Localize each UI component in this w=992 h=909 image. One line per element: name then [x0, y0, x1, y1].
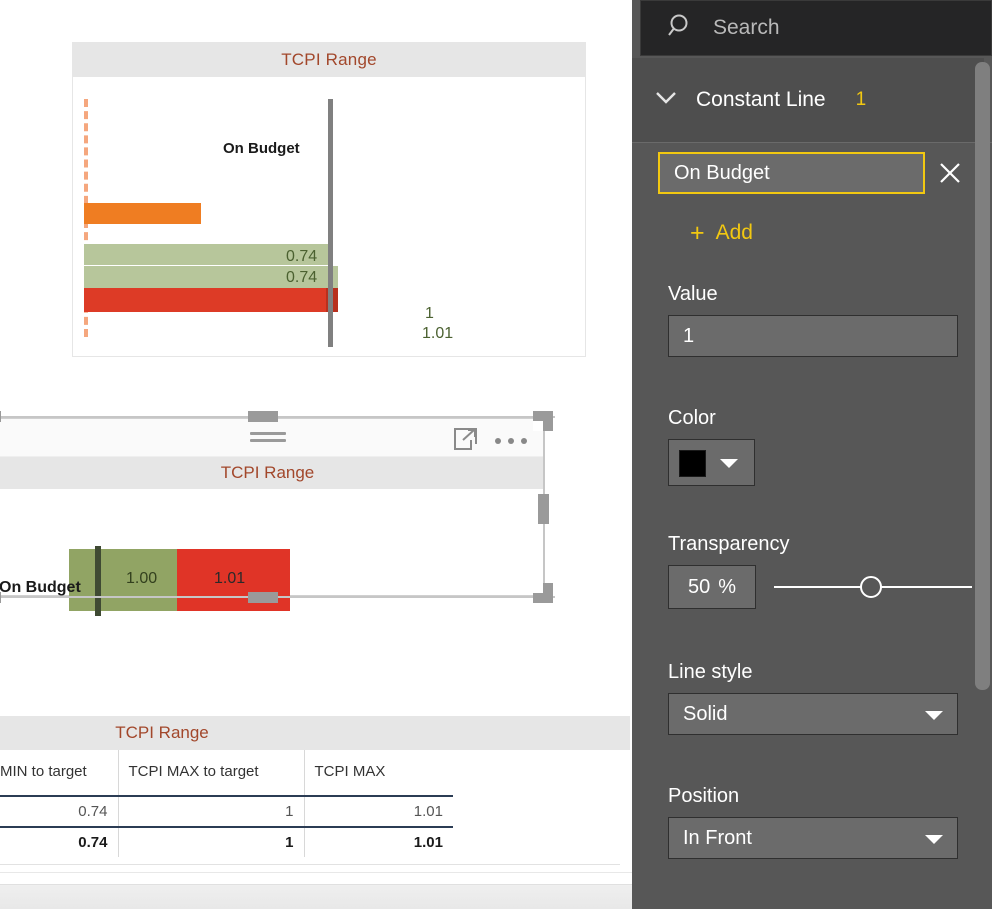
chevron-down-icon[interactable]: [925, 711, 943, 720]
value-input[interactable]: 1: [668, 315, 958, 357]
data-label-green: 1.00: [126, 570, 158, 587]
transparency-slider[interactable]: [774, 576, 972, 598]
hamburger-icon[interactable]: [250, 432, 286, 444]
focus-mode-icon[interactable]: [453, 427, 479, 456]
transparency-unit: %: [718, 575, 737, 598]
resize-handle-top-left[interactable]: [0, 411, 1, 422]
visual-tcpi-range-table[interactable]: TCPI Range MIN to target TCPI MAX to tar…: [0, 716, 630, 868]
more-options-icon[interactable]: [495, 431, 539, 451]
transparency-input[interactable]: 50 %: [668, 565, 756, 609]
add-constant-line-button[interactable]: + Add: [690, 218, 753, 247]
visual-tcpi-range-selected-wrapper[interactable]: TCPI Range On Budget 1.00 1.01: [0, 411, 555, 616]
field-transparency: Transparency 50 %: [668, 533, 988, 609]
field-value: Value 1: [668, 283, 968, 357]
canvas-bottom-separator: [0, 872, 632, 873]
field-label-position: Position: [668, 785, 740, 807]
resize-handle-bottom[interactable]: [248, 592, 278, 603]
constant-line-on-budget: [95, 546, 101, 616]
pane-divider: [632, 142, 992, 143]
line-style-dropdown[interactable]: Solid: [668, 693, 958, 735]
position-dropdown[interactable]: In Front: [668, 817, 958, 859]
corner-notch-bottom-right: [533, 583, 543, 593]
table-total-row[interactable]: 0.74 1 1.01: [0, 827, 453, 857]
canvas-bottom-band: [0, 884, 632, 909]
search-input[interactable]: Search: [640, 0, 992, 56]
total-min-to-target: 0.74: [0, 827, 119, 857]
app-root: TCPI Range On Budget 0.74 0.74 1 1.01 TC…: [0, 0, 992, 909]
field-label-transparency: Transparency: [668, 533, 790, 555]
visual-title: TCPI Range: [73, 43, 585, 77]
column-header-tcpi-max-to-target[interactable]: TCPI MAX to target: [118, 750, 305, 797]
field-position: Position In Front: [668, 785, 968, 859]
constant-line-label: On Budget: [223, 140, 300, 157]
data-label-orange: 0.74: [286, 248, 318, 265]
constant-line-name-row: On Budget: [632, 148, 984, 196]
section-header-constant-line[interactable]: Constant Line 1: [632, 58, 984, 142]
visual-tcpi-range-mid[interactable]: TCPI Range On Budget 1.00 1.01: [0, 418, 545, 616]
cell-min-to-target: 0.74: [0, 796, 119, 828]
bar-tcpi-min[interactable]: [84, 203, 201, 224]
add-label: Add: [715, 221, 753, 244]
corner-notch-top-right: [533, 421, 543, 431]
chevron-down-icon[interactable]: [925, 835, 943, 844]
search-icon: [667, 12, 695, 45]
data-label-target: 1: [425, 305, 434, 322]
transparency-value: 50: [687, 575, 711, 598]
chevron-down-icon[interactable]: [654, 89, 676, 111]
visual-title: TCPI Range: [0, 716, 630, 750]
section-title: Constant Line: [696, 88, 826, 111]
report-canvas[interactable]: TCPI Range On Budget 0.74 0.74 1 1.01 TC…: [0, 0, 632, 909]
field-label-color: Color: [668, 407, 716, 429]
category-axis-label: On Budget: [0, 579, 81, 596]
data-label-green: 0.74: [286, 269, 318, 286]
line-style-value: Solid: [683, 703, 728, 725]
tcpi-table[interactable]: MIN to target TCPI MAX to target TCPI MA…: [0, 750, 453, 857]
field-color: Color: [668, 407, 968, 486]
table-header-row: MIN to target TCPI MAX to target TCPI MA…: [0, 750, 453, 797]
slider-thumb[interactable]: [860, 576, 882, 598]
field-label-value: Value: [668, 283, 718, 305]
chart-plot-area: On Budget 1.00 1.01: [0, 489, 544, 616]
field-label-line-style: Line style: [668, 661, 753, 683]
bar-tcpi-max-to-target[interactable]: [69, 549, 177, 611]
chevron-down-icon[interactable]: [720, 459, 738, 468]
resize-handle-top[interactable]: [248, 411, 278, 422]
visual-header-toolbar[interactable]: [0, 419, 544, 457]
data-label-red: 1.01: [214, 570, 246, 587]
constant-line-name-input[interactable]: On Budget: [658, 152, 925, 194]
table-row[interactable]: 0.74 1 1.01: [0, 796, 453, 828]
search-placeholder: Search: [713, 16, 780, 39]
cell-tcpi-max-to-target: 1: [118, 796, 305, 828]
color-swatch: [679, 450, 706, 477]
transparency-control-row: 50 %: [668, 565, 988, 609]
position-value: In Front: [683, 827, 752, 849]
column-header-min-to-target[interactable]: MIN to target: [0, 750, 119, 797]
constant-line-on-budget: [328, 99, 333, 347]
color-picker-button[interactable]: [668, 439, 755, 486]
column-header-tcpi-max[interactable]: TCPI MAX: [304, 750, 453, 797]
data-label-max: 1.01: [422, 325, 454, 342]
plus-icon: +: [690, 218, 705, 247]
cell-tcpi-max: 1.01: [304, 796, 453, 828]
section-count-badge: 1: [855, 89, 867, 110]
total-tcpi-max-to-target: 1: [118, 827, 305, 857]
close-icon[interactable]: [937, 160, 963, 186]
resize-handle-bottom-left[interactable]: [0, 592, 1, 603]
visual-tcpi-range-top[interactable]: TCPI Range On Budget 0.74 0.74 1 1.01: [72, 42, 586, 357]
format-pane[interactable]: Search Constant Line 1 On Budget + Add V…: [632, 0, 992, 909]
format-pane-scrollbar-thumb[interactable]: [975, 62, 990, 690]
bar-tcpi-max[interactable]: [84, 288, 338, 312]
total-tcpi-max: 1.01: [413, 834, 443, 851]
resize-handle-right[interactable]: [538, 494, 549, 524]
visual-title: TCPI Range: [0, 457, 544, 489]
table-bottom-divider: [0, 864, 620, 865]
field-line-style: Line style Solid: [668, 661, 968, 735]
chart-plot-area: On Budget 0.74 0.74 1 1.01: [73, 77, 585, 356]
